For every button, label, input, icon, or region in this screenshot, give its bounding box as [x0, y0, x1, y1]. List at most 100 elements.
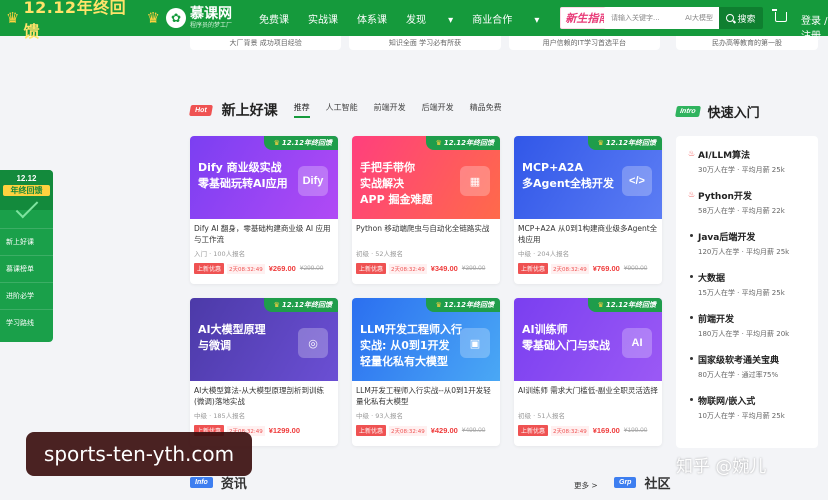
countdown-timer: 2天08:32:49 [551, 425, 589, 436]
course-title[interactable]: Python 移动端爬虫与自动化全链路实战 [352, 219, 500, 245]
course-icon: ▦ [460, 166, 490, 196]
course-title[interactable]: MCP+A2A 从0到1构建商业级多Agent全栈应用 [514, 219, 662, 245]
tab-free[interactable]: 精品免费 [470, 102, 502, 118]
countdown-timer: 2天08:32:49 [551, 263, 589, 274]
zhihu-watermark: 知乎 @婉儿 [676, 457, 767, 477]
crown-icon: ♛ [597, 301, 604, 309]
quick-start-title: AI/LLM算法 [698, 151, 751, 161]
course-title[interactable]: AI训练师 需求大门槛低-副业全职灵活选择 [514, 381, 662, 407]
quick-start-item[interactable]: 大数据 15万人在学 · 平均月薪 25k [688, 271, 818, 298]
course-meta: 入门 · 100人报名 [194, 250, 246, 258]
course-card[interactable]: ♛ 12.12年终回馈 LLM开发工程师入行 实战: 从0到1开发 轻量化私有大模型… [352, 298, 500, 446]
quick-start-title: 大数据 [698, 274, 726, 284]
countdown-timer: 2天08:32:49 [227, 263, 265, 274]
search-input[interactable]: 请输入关键字... AI大模型 [604, 7, 719, 29]
course-meta: 初级 · 52人报名 [356, 250, 403, 258]
course-card[interactable]: ♛ 12.12年终回馈 MCP+A2A 多Agent全栈开发 </> MCP+A2A 从… [514, 136, 662, 284]
crown-icon: ♛ [273, 139, 280, 147]
course-title[interactable]: Dify AI 翻身，零基础构建商业级 AI 应用与工作流 [190, 219, 338, 245]
course-card[interactable]: ♛ 12.12年终回馈 手把手带你 实战解决 APP 掘金难题 ▦ Python 移动端… [352, 136, 500, 284]
discount-badge: 上新优惠 [518, 263, 549, 274]
crown-icon: ♛ [273, 301, 280, 309]
cover-title: MCP+A2A 多Agent全栈开发 [522, 161, 614, 190]
left-float-item[interactable]: 慕课榜单 [0, 255, 53, 282]
cover-title: Dify 商业级实战 零基础玩转AI应用 [198, 161, 288, 190]
url-overlay: sports-ten-yth.com [26, 432, 252, 476]
tab-backend[interactable]: 后端开发 [422, 102, 454, 118]
course-card[interactable]: ♛ 12.12年终回馈 AI训练师 零基础入门与实战 AI AI训练师 需求大门槛低-副… [514, 298, 662, 446]
crown-icon: ♛ [6, 9, 20, 27]
main-nav: 免费课 实战课 体系课 发现 ▾ 商业合作 ▾ [259, 11, 558, 26]
cover-title: LLM开发工程师入行 实战: 从0到1开发 轻量化私有大模型 [360, 323, 462, 368]
course-card[interactable]: ♛ 12.12年终回馈 AI大模型原理 与微调 ◎ AI大模型算法-从大模型原理剖析到训… [190, 298, 338, 446]
discount-badge: 上新优惠 [356, 263, 387, 274]
nav-free-courses[interactable]: 免费课 [259, 11, 289, 26]
bullet-icon [690, 316, 693, 319]
course-icon: AI [622, 328, 652, 358]
quick-start-stats: 80万人在学 · 通过率75% [698, 371, 779, 379]
quick-start-stats: 120万人在学 · 平均月薪 25k [698, 248, 790, 256]
left-float-item[interactable]: 新上好课 [0, 228, 53, 255]
quick-start-item[interactable]: Java后端开发 120万人在学 · 平均月薪 25k [688, 230, 818, 257]
course-cover[interactable]: ♛ 12.12年终回馈 Dify 商业级实战 零基础玩转AI应用 Dify [190, 136, 338, 219]
quick-start-item[interactable]: ♨ AI/LLM算法 30万人在学 · 平均月薪 25k [688, 148, 818, 175]
tab-recommend[interactable]: 推荐 [293, 102, 310, 118]
discount-badge: 上新优惠 [518, 425, 549, 436]
course-cover[interactable]: ♛ 12.12年终回馈 MCP+A2A 多Agent全栈开发 </> [514, 136, 662, 219]
course-cover[interactable]: ♛ 12.12年终回馈 手把手带你 实战解决 APP 掘金难题 ▦ [352, 136, 500, 219]
course-icon: </> [622, 166, 652, 196]
nav-discover[interactable]: 发现 ▾ [406, 11, 453, 26]
course-card[interactable]: ♛ 12.12年终回馈 Dify 商业级实战 零基础玩转AI应用 Dify Dify A… [190, 136, 338, 284]
course-title[interactable]: LLM开发工程师入行实战--从0到1开发轻量化私有大模型 [352, 381, 500, 407]
original-price: ¥499.00 [461, 427, 486, 434]
prev-card[interactable]: 大厂背景 成功项目经验 [190, 36, 342, 50]
crown-icon: ♛ [146, 9, 160, 27]
current-price: ¥269.00 [268, 264, 296, 273]
quick-start-item[interactable]: 物联网/嵌入式 10万人在学 · 平均月薪 25k [688, 394, 818, 421]
quick-start-item[interactable]: ♨ Python开发 58万人在学 · 平均月薪 22k [688, 189, 818, 216]
prev-card-right[interactable]: 民办高等教育的第一股 [676, 36, 818, 50]
promo-banner[interactable]: ♛ 12.12年终回馈 ♛ [0, 0, 160, 41]
course-title[interactable]: AI大模型算法-从大模型原理剖析到训练(微调)落地实战 [190, 381, 338, 407]
tab-ai[interactable]: 人工智能 [326, 102, 358, 118]
left-float-promo[interactable]: 12.12 年终回馈 [0, 170, 53, 219]
quick-start-stats: 15万人在学 · 平均月薪 25k [698, 289, 785, 297]
prev-card[interactable]: 知识全面 学习必有所获 [349, 36, 501, 50]
left-float-item[interactable]: 学习路线 [0, 309, 53, 336]
course-cover[interactable]: ♛ 12.12年终回馈 AI大模型原理 与微调 ◎ [190, 298, 338, 381]
search-hint[interactable]: AI大模型 [685, 13, 713, 23]
nav-system-courses[interactable]: 体系课 [357, 11, 387, 26]
quick-start-item[interactable]: 前端开发 180万人在学 · 平均月薪 20k [688, 312, 818, 339]
fire-icon: ♨ [688, 149, 696, 158]
nav-business[interactable]: 商业合作 ▾ [472, 11, 539, 26]
course-cover[interactable]: ♛ 12.12年终回馈 AI训练师 零基础入门与实战 AI [514, 298, 662, 381]
quick-start-stats: 10万人在学 · 平均月薪 25k [698, 412, 785, 420]
quick-start-item[interactable]: 国家级软考通关宝典 80万人在学 · 通过率75% [688, 353, 818, 380]
search-bar: 请输入关键字... AI大模型 搜索 [604, 7, 763, 29]
tab-frontend[interactable]: 前端开发 [374, 102, 406, 118]
quick-start-stats: 180万人在学 · 平均月薪 20k [698, 330, 790, 338]
quick-start-title: 快速入门 [707, 106, 760, 121]
course-meta: 中级 · 93人报名 [356, 412, 403, 420]
more-link[interactable]: 更多 > [574, 480, 598, 491]
current-price: ¥769.00 [592, 264, 620, 273]
original-price: ¥399.00 [461, 265, 486, 272]
cart-icon[interactable] [772, 9, 787, 22]
new-courses-header: Hot 新上好课 推荐 人工智能 前端开发 后端开发 精品免费 [189, 100, 518, 120]
discount-badge: 上新优惠 [356, 425, 387, 436]
logo-flame-icon: ✿ [166, 8, 186, 28]
nav-practical-courses[interactable]: 实战课 [308, 11, 338, 26]
search-button[interactable]: 搜索 [719, 7, 763, 29]
current-price: ¥169.00 [592, 426, 620, 435]
original-price: ¥199.00 [623, 427, 648, 434]
quick-start-title: 物联网/嵌入式 [698, 397, 756, 407]
site-logo[interactable]: ✿ 慕课网 程序员的梦工厂 [166, 7, 251, 29]
quick-start-stats: 58万人在学 · 平均月薪 22k [698, 207, 785, 215]
bullet-icon [690, 357, 693, 360]
bullet-icon [690, 275, 693, 278]
prev-card[interactable]: 用户信赖的IT学习首选平台 [508, 36, 660, 50]
left-float-item[interactable]: 进阶必学 [0, 282, 53, 309]
cover-title: 手把手带你 实战解决 APP 掘金难题 [360, 161, 433, 206]
course-cover[interactable]: ♛ 12.12年终回馈 LLM开发工程师入行 实战: 从0到1开发 轻量化私有大模型… [352, 298, 500, 381]
grp-badge: Grp [614, 477, 637, 488]
